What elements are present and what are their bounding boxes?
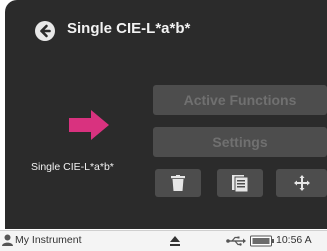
back-arrow-icon (40, 24, 51, 38)
eject-icon[interactable] (169, 235, 181, 247)
screen-header: Single CIE-L*a*b* (5, 0, 327, 56)
instrument-name[interactable]: My Instrument (2, 234, 82, 246)
device-bezel: Single CIE-L*a*b* Single CIE-L*a*b* Acti… (0, 0, 327, 230)
status-bar: My Instrument 10:56 A (0, 230, 327, 251)
settings-button[interactable]: Settings (153, 127, 327, 157)
user-icon (2, 234, 13, 246)
move-icon (293, 175, 310, 191)
document-icon (232, 174, 248, 192)
trash-icon (171, 175, 185, 191)
device-screen: Single CIE-L*a*b* Single CIE-L*a*b* Acti… (5, 0, 327, 229)
report-button[interactable] (217, 169, 263, 197)
usb-icon (226, 236, 246, 246)
active-functions-button[interactable]: Active Functions (153, 85, 327, 115)
delete-button[interactable] (155, 169, 201, 197)
move-button[interactable] (276, 169, 327, 197)
back-button[interactable] (35, 21, 55, 41)
page-title: Single CIE-L*a*b* (67, 20, 191, 37)
measurement-mode-label: Single CIE-L*a*b* (31, 161, 114, 173)
battery-icon (250, 235, 274, 247)
pink-arrow-icon (69, 110, 109, 140)
instrument-name-label: My Instrument (15, 234, 82, 246)
clock: 10:56 A (276, 234, 312, 246)
